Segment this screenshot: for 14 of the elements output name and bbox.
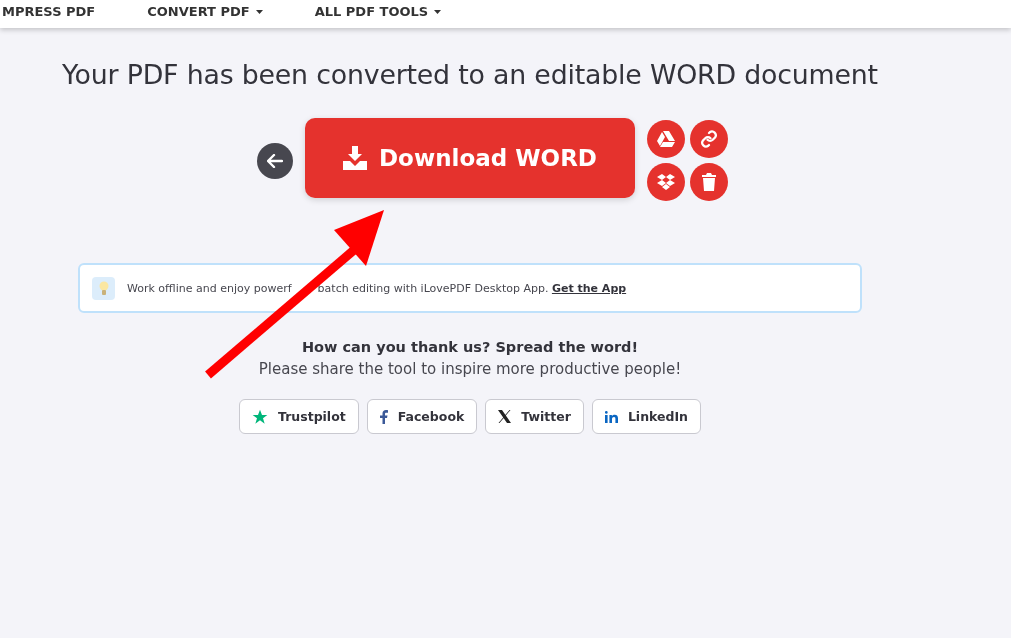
notice-text: batch editing with iLovePDF Desktop App. Get the App: [317, 281, 627, 295]
nav-link[interactable]: CONVERT PDF: [147, 5, 263, 18]
share-button[interactable]: LinkedIn: [591, 399, 701, 434]
share-button[interactable]: Trustpilot: [239, 399, 359, 434]
nav-link[interactable]: MPRESS PDF: [2, 5, 96, 18]
share-heading: How can you thank us? Spread the word!: [301, 339, 639, 355]
get-app-link[interactable]: Get the App: [551, 281, 627, 295]
page-title: Your PDF has been converted to an editable WORD document: [62, 59, 879, 90]
share-subtitle: Please share the tool to inspire more productive people!: [258, 360, 682, 378]
download-button[interactable]: Download WORD: [305, 117, 635, 198]
share-button[interactable]: Twitter: [485, 399, 584, 434]
nav-link[interactable]: ALL PDF TOOLS: [314, 5, 442, 18]
share-button[interactable]: Facebook: [366, 399, 478, 434]
notice-text: Work offline and enjoy powerf: [127, 281, 292, 295]
